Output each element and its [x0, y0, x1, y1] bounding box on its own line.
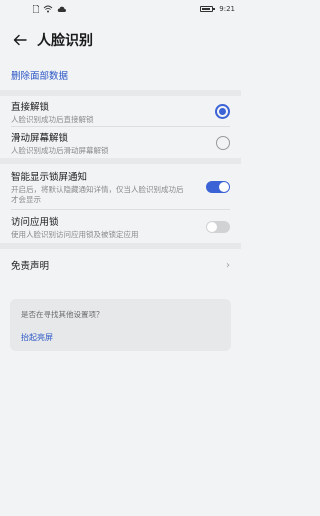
smart-notification-row[interactable]: 智能显示锁屏通知 开启后，将默认隐藏通知详情，仅当人脸识别成功后才会显示	[0, 164, 241, 210]
app-header: 人脸识别	[0, 18, 241, 62]
raise-to-wake-link[interactable]: 抬起亮屏	[21, 332, 220, 343]
swipe-unlock-title: 滑动屏幕解锁	[11, 132, 69, 144]
swipe-unlock-radio[interactable]	[216, 135, 230, 150]
direct-unlock-text: 直接解锁 人脸识别成功后直接解锁	[11, 99, 94, 125]
direct-unlock-title: 直接解锁	[11, 101, 50, 113]
app-lock-text: 访问应用锁 使用人脸识别访问应用锁及被锁定应用	[11, 214, 139, 240]
sim-card-icon	[33, 5, 39, 13]
chevron-right-icon: ›	[226, 259, 230, 271]
wifi-icon	[43, 5, 53, 13]
app-lock-toggle[interactable]	[206, 220, 230, 233]
swipe-unlock-text: 滑动屏幕解锁 人脸识别成功后滑动屏幕解锁	[11, 130, 109, 156]
app-lock-title: 访问应用锁	[11, 216, 59, 228]
status-icons-left	[33, 5, 66, 13]
back-arrow-icon	[13, 34, 27, 46]
smart-notification-title: 智能显示锁屏通知	[11, 172, 88, 183]
direct-unlock-subtitle: 人脸识别成功后直接解锁	[11, 114, 94, 124]
swipe-unlock-subtitle: 人脸识别成功后滑动屏幕解锁	[11, 145, 109, 155]
battery-icon	[200, 6, 216, 12]
back-button[interactable]	[10, 30, 30, 50]
status-bar: 9:21	[0, 0, 241, 18]
page-title: 人脸识别	[37, 33, 93, 49]
disclaimer-label: 免责声明	[11, 261, 50, 272]
disclaimer-row[interactable]: 免责声明 ›	[0, 249, 241, 281]
suggestion-question: 是否在寻找其他设置项？	[21, 310, 104, 319]
smart-notification-subtitle: 开启后，将默认隐藏通知详情，仅当人脸识别成功后才会显示	[11, 185, 184, 204]
delete-face-data-link[interactable]: 删除面部数据	[0, 62, 241, 88]
suggestion-card: 是否在寻找其他设置项？ 抬起亮屏	[10, 299, 231, 351]
app-lock-row[interactable]: 访问应用锁 使用人脸识别访问应用锁及被锁定应用	[0, 210, 241, 243]
status-time: 9:21	[219, 5, 235, 13]
direct-unlock-radio[interactable]	[215, 104, 230, 119]
app-lock-subtitle: 使用人脸识别访问应用锁及被锁定应用	[11, 229, 139, 239]
swipe-unlock-option[interactable]: 滑动屏幕解锁 人脸识别成功后滑动屏幕解锁	[0, 127, 241, 158]
cloud-icon	[57, 6, 66, 12]
smart-notification-text: 智能显示锁屏通知 开启后，将默认隐藏通知详情，仅当人脸识别成功后才会显示	[11, 169, 189, 205]
smart-notification-toggle[interactable]	[206, 181, 230, 193]
direct-unlock-option[interactable]: 直接解锁 人脸识别成功后直接解锁	[0, 96, 241, 127]
status-icons-right: 9:21	[200, 5, 235, 13]
